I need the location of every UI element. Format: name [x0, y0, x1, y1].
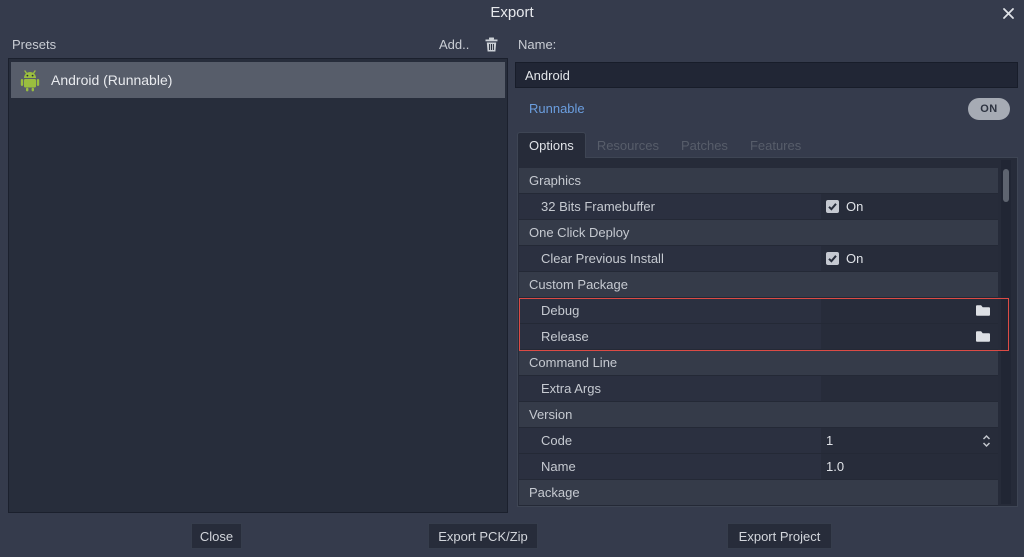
tab-resources[interactable]: Resources — [586, 132, 670, 158]
version-code-field[interactable]: 1 — [821, 428, 998, 453]
runnable-toggle[interactable]: ON — [968, 98, 1010, 120]
tab-features[interactable]: Features — [739, 132, 812, 158]
extra-args-field[interactable] — [821, 376, 998, 401]
name-label: Name: — [518, 37, 556, 52]
add-preset-button[interactable]: Add.. — [439, 37, 469, 52]
export-tabs: Options Resources Patches Features — [517, 132, 812, 158]
browse-debug-button[interactable] — [975, 304, 991, 317]
presets-header: Presets — [12, 37, 56, 52]
trash-icon — [483, 36, 500, 53]
option-row-extra-args: Extra Args — [519, 376, 998, 402]
dialog-title: Export — [0, 4, 1024, 21]
option-row-release: Release — [519, 324, 998, 350]
preset-item-label: Android (Runnable) — [51, 72, 172, 88]
release-path-field[interactable] — [821, 324, 998, 349]
folder-icon — [975, 330, 991, 343]
tab-patches[interactable]: Patches — [670, 132, 739, 158]
option-row-version-name: Name 1.0 — [519, 454, 998, 480]
version-code-spinner[interactable] — [981, 434, 992, 448]
options-rows: Graphics 32 Bits Framebuffer On One Clic… — [519, 168, 998, 506]
android-icon — [20, 68, 40, 92]
options-scrollbar-thumb[interactable] — [1003, 169, 1009, 202]
checkbox-checked-icon[interactable] — [826, 200, 839, 213]
section-one-click-deploy: One Click Deploy — [519, 220, 998, 246]
spinner-icon — [981, 434, 992, 448]
folder-icon — [975, 304, 991, 317]
close-button[interactable]: Close — [191, 523, 242, 549]
preset-name-value: Android — [525, 68, 570, 83]
preset-item-android[interactable]: Android (Runnable) — [11, 62, 505, 98]
section-version: Version — [519, 402, 998, 428]
runnable-label: Runnable — [529, 101, 585, 116]
checkbox-on-label: On — [846, 251, 863, 266]
option-row-version-code: Code 1 — [519, 428, 998, 454]
tab-options[interactable]: Options — [517, 132, 586, 158]
options-inspector: Graphics 32 Bits Framebuffer On One Clic… — [517, 157, 1018, 507]
close-icon[interactable] — [1000, 5, 1016, 21]
version-name-field[interactable]: 1.0 — [821, 454, 998, 479]
delete-preset-button[interactable] — [483, 36, 500, 53]
checkbox-checked-icon[interactable] — [826, 252, 839, 265]
option-row-debug: Debug — [519, 298, 998, 324]
export-pck-zip-button[interactable]: Export PCK/Zip — [428, 523, 538, 549]
section-command-line: Command Line — [519, 350, 998, 376]
section-graphics: Graphics — [519, 168, 998, 194]
section-custom-package: Custom Package — [519, 272, 998, 298]
option-row-32-bits-framebuffer: 32 Bits Framebuffer On — [519, 194, 998, 220]
browse-release-button[interactable] — [975, 330, 991, 343]
debug-path-field[interactable] — [821, 298, 998, 323]
preset-name-input[interactable]: Android — [515, 62, 1018, 88]
checkbox-on-label: On — [846, 199, 863, 214]
option-row-clear-previous-install: Clear Previous Install On — [519, 246, 998, 272]
export-project-button[interactable]: Export Project — [727, 523, 832, 549]
presets-list: Android (Runnable) — [8, 58, 508, 513]
options-scrollbar-track[interactable] — [1001, 160, 1011, 504]
section-package: Package — [519, 480, 998, 506]
runnable-toggle-state: ON — [980, 103, 998, 115]
